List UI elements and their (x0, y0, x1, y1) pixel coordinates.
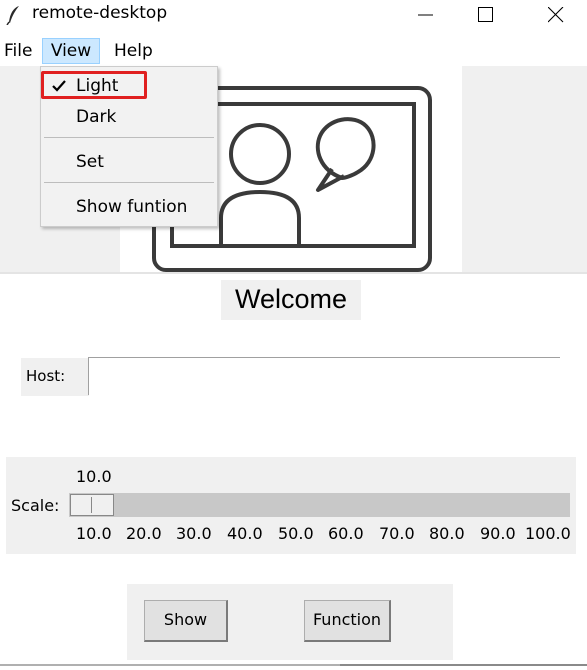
highlight-annotation-box (41, 71, 147, 99)
minimize-button[interactable] (403, 0, 449, 30)
scale-current-value: 10.0 (76, 467, 112, 486)
menu-item-show-function[interactable]: Show funtion (41, 192, 217, 222)
scale-tick: 70.0 (379, 524, 415, 543)
menu-separator (44, 137, 214, 138)
bottom-border-right (340, 664, 587, 666)
menu-help[interactable]: Help (112, 39, 155, 64)
scale-slider-thumb[interactable] (70, 494, 114, 516)
thumb-groove (91, 497, 92, 513)
scale-tick: 10.0 (76, 524, 112, 543)
menu-item-label: Set (76, 152, 104, 172)
function-button[interactable]: Function (304, 600, 391, 642)
menu-bar: File View Help (0, 38, 587, 64)
scale-tick: 40.0 (227, 524, 263, 543)
scale-tick: 50.0 (278, 524, 314, 543)
menu-item-set[interactable]: Set (41, 147, 217, 177)
scale-tick: 100.0 (525, 524, 571, 543)
window-title: remote-desktop (32, 3, 168, 23)
scale-trough[interactable] (69, 493, 570, 517)
feather-icon (6, 6, 19, 25)
menu-view[interactable]: View (42, 38, 100, 64)
menu-item-label: Dark (76, 107, 117, 127)
menu-item-dark[interactable]: Dark (41, 102, 217, 132)
close-button[interactable] (533, 0, 579, 30)
scale-tick: 20.0 (126, 524, 162, 543)
menu-item-label: Show funtion (76, 197, 188, 217)
scale-label: Scale: (11, 496, 60, 515)
menu-file[interactable]: File (2, 39, 34, 64)
scale-tick: 60.0 (328, 524, 364, 543)
title-bar: remote-desktop (0, 0, 587, 30)
welcome-label: Welcome (221, 280, 361, 320)
maximize-icon (478, 7, 493, 22)
scale-tick: 80.0 (429, 524, 465, 543)
host-input[interactable] (88, 357, 560, 395)
show-button[interactable]: Show (144, 600, 228, 642)
host-label: Host: (26, 367, 66, 385)
close-icon (548, 7, 564, 23)
divider (0, 272, 587, 274)
scale-tick: 90.0 (480, 524, 516, 543)
maximize-button[interactable] (463, 0, 509, 30)
minimize-icon (418, 14, 433, 16)
menu-separator (44, 182, 214, 183)
scale-tick: 30.0 (176, 524, 212, 543)
